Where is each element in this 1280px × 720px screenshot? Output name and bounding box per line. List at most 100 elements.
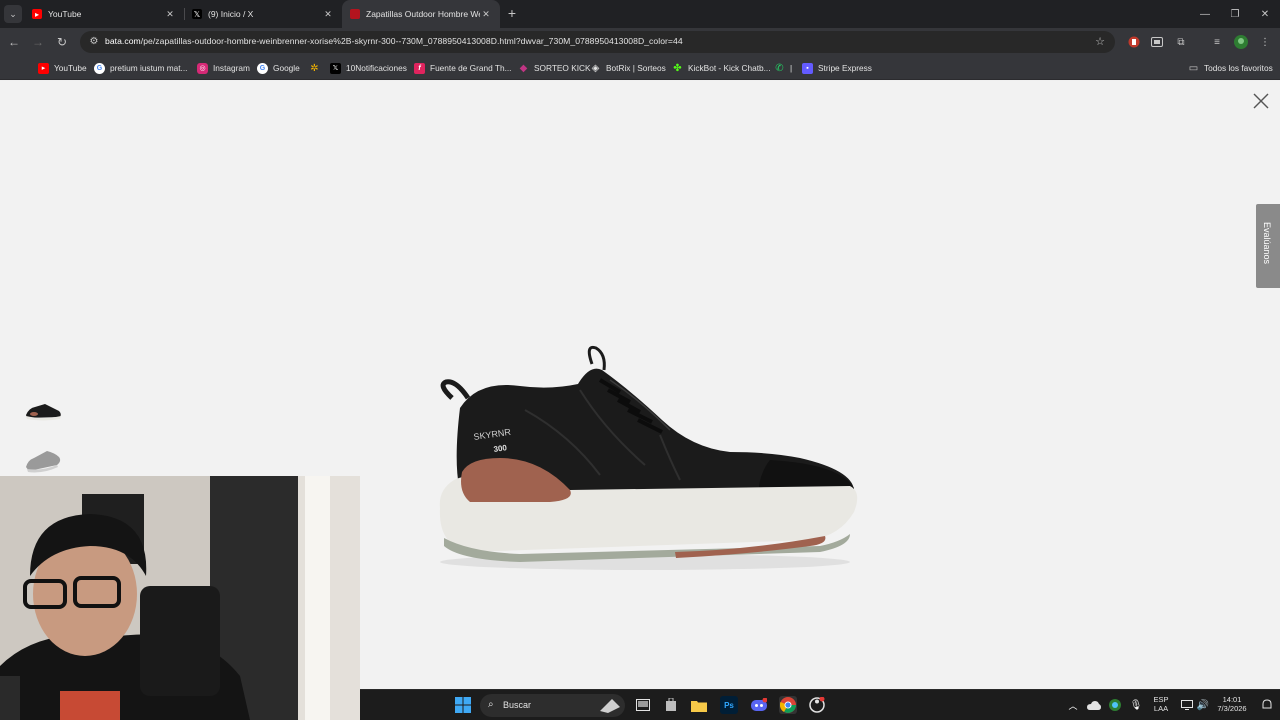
bookmark-sorteo-kick[interactable]: ◆ SORTEO KICK <box>518 56 591 80</box>
profile-avatar[interactable] <box>1234 35 1248 49</box>
bookmark-10notificaciones[interactable]: 𝕏 10Notificaciones <box>330 56 407 80</box>
file-explorer-icon[interactable] <box>690 696 708 714</box>
volume-icon[interactable]: 🔊 <box>1194 696 1212 714</box>
clock[interactable]: 14:01 7/3/2026 <box>1212 695 1252 713</box>
bookmarks-bar: ▸ YouTube Gpretium iustum mat... ◎ Instagr… <box>0 56 1280 80</box>
bookmark-label: SORTEO KICK <box>534 63 591 73</box>
bata-icon <box>350 9 360 19</box>
bookmark-kickbot[interactable]: ✤ KickBot - Kick Chatb... <box>672 56 771 80</box>
reload-button[interactable]: ↻ <box>53 33 71 51</box>
x-icon: 𝕏 <box>330 62 341 74</box>
search-placeholder: Buscar <box>503 700 532 710</box>
clock-time: 14:01 <box>1222 695 1242 704</box>
bookmark-label: Google <box>273 63 300 73</box>
extensions-puzzle-icon[interactable]: ⧉ <box>1174 35 1188 49</box>
language-indicator[interactable]: ESP LAA <box>1150 695 1172 713</box>
close-window-button[interactable]: ✕ <box>1250 0 1280 28</box>
task-view-icon[interactable] <box>634 696 652 714</box>
bookmark-google[interactable]: G Google <box>257 56 300 80</box>
bookmark-label: pretium iustum mat... <box>110 63 188 73</box>
bookmark-label: Todos los favoritos <box>1204 63 1273 73</box>
chevron-down-icon: ⌄ <box>9 8 17 19</box>
site-info-icon[interactable]: ⚙ <box>88 36 100 48</box>
onedrive-icon[interactable] <box>1085 696 1103 714</box>
feedback-side-tab[interactable]: Evalúanos <box>1256 204 1280 288</box>
notifications-icon[interactable] <box>1258 696 1276 714</box>
new-tab-button[interactable]: + <box>505 4 519 22</box>
menu-kebab-icon[interactable]: ⋮ <box>1258 35 1272 49</box>
google-icon: G <box>257 62 268 74</box>
stripe-icon: ▪ <box>802 62 813 74</box>
whatsapp-icon: ✆ <box>775 62 784 74</box>
extension-translate-icon[interactable] <box>1150 35 1164 49</box>
bookmark-label: Stripe Express <box>818 63 872 73</box>
minimize-button[interactable]: — <box>1190 0 1220 28</box>
thumbnail-shoe-black[interactable] <box>23 398 63 424</box>
tab-search-button[interactable]: ⌄ <box>4 5 22 23</box>
url-text[interactable]: bata.com/pe/zapatillas-outdoor-hombre-we… <box>105 36 683 46</box>
google-icon: G <box>94 62 105 74</box>
url-path: /pe/zapatillas-outdoor-hombre-weinbrenne… <box>140 36 683 46</box>
tab-youtube[interactable]: ▸ YouTube ✕ <box>24 0 184 28</box>
font-f-icon: f <box>414 62 425 74</box>
bookmark-pretium[interactable]: Gpretium iustum mat... <box>94 56 187 80</box>
store-icon[interactable] <box>662 696 680 714</box>
webcam-overlay <box>0 476 360 720</box>
reload-icon: ↻ <box>56 35 68 49</box>
forward-button[interactable]: → <box>29 33 47 51</box>
close-lightbox-icon[interactable] <box>1250 90 1272 112</box>
bookmark-pinwheel[interactable]: ✲ <box>309 56 325 80</box>
extension-adblock-icon[interactable] <box>1127 35 1141 49</box>
keyboard-layout: LAA <box>1153 704 1169 713</box>
tray-chevron-up-icon[interactable]: ︿ <box>1064 696 1082 714</box>
restore-button[interactable]: ❐ <box>1220 0 1250 28</box>
address-bar[interactable]: ⚙ bata.com/pe/zapatillas-outdoor-hombre-… <box>80 31 1115 53</box>
tab-title: (9) Inicio / X <box>208 9 254 19</box>
bookmark-whatsapp[interactable]: ✆ | <box>774 56 792 80</box>
thumbnail-shoe-grey[interactable] <box>23 447 63 473</box>
pinwheel-icon: ✲ <box>310 62 319 74</box>
url-host: bata.com <box>105 36 141 46</box>
microphone-icon[interactable]: 🎙 <box>1127 696 1145 714</box>
bookmark-youtube[interactable]: ▸ YouTube <box>38 56 87 80</box>
tab-close-icon[interactable]: ✕ <box>164 9 176 20</box>
photoshop-icon[interactable]: Ps <box>720 696 738 714</box>
bookmark-instagram[interactable]: ◎ Instagram <box>197 56 250 80</box>
security-shield-icon[interactable] <box>1106 696 1124 714</box>
bookmark-label: BotRix | Sorteos <box>606 63 666 73</box>
youtube-icon: ▸ <box>32 9 42 19</box>
search-icon: ⌕ <box>488 699 494 710</box>
windows-start-icon[interactable] <box>454 696 472 714</box>
bookmark-label: Fuente de Grand Th... <box>430 63 512 73</box>
obs-icon[interactable] <box>808 696 826 714</box>
search-highlight-icon[interactable] <box>598 696 622 714</box>
x-icon: 𝕏 <box>192 9 202 19</box>
bookmark-star-icon[interactable]: ☆ <box>1095 35 1105 48</box>
restore-icon: ❐ <box>1230 8 1240 20</box>
folder-icon: ▭ <box>1188 62 1199 74</box>
tab-close-icon[interactable]: ✕ <box>480 9 492 20</box>
tab-bata-active[interactable]: Zapatillas Outdoor Hombre We ✕ <box>342 0 500 28</box>
media-controls-icon[interactable]: ≡ <box>1210 35 1224 49</box>
clock-date: 7/3/2026 <box>1217 704 1247 713</box>
arrow-left-icon: ← <box>8 35 20 49</box>
minimize-icon: — <box>1200 8 1210 20</box>
tab-strip: ⌄ ▸ YouTube ✕ 𝕏 (9) Inicio / X ✕ Zapatil… <box>0 0 1280 28</box>
bookmark-fuente[interactable]: f Fuente de Grand Th... <box>414 56 511 80</box>
bookmark-stripe[interactable]: ▪ Stripe Express <box>802 56 872 80</box>
back-button[interactable]: ← <box>5 33 23 51</box>
all-favorites-folder[interactable]: ▭ Todos los favoritos <box>1188 56 1273 80</box>
discord-icon[interactable] <box>750 696 768 714</box>
close-icon: ✕ <box>1260 8 1270 20</box>
tab-title: Zapatillas Outdoor Hombre We <box>366 9 480 19</box>
tab-x[interactable]: 𝕏 (9) Inicio / X ✕ <box>184 0 342 28</box>
tab-close-icon[interactable]: ✕ <box>322 9 334 20</box>
bookmark-botrix[interactable]: ◈ BotRix | Sorteos <box>590 56 666 80</box>
screen: ⌄ ▸ YouTube ✕ 𝕏 (9) Inicio / X ✕ Zapatil… <box>0 0 1280 720</box>
chrome-icon[interactable] <box>779 696 797 714</box>
bookmark-label: KickBot - Kick Chatb... <box>688 63 771 73</box>
bookmark-label: 10Notificaciones <box>346 63 407 73</box>
kickbot-icon: ✤ <box>673 62 682 74</box>
arrow-right-icon: → <box>32 35 44 49</box>
product-image-shoe: SKYRNR 300 <box>439 345 858 570</box>
